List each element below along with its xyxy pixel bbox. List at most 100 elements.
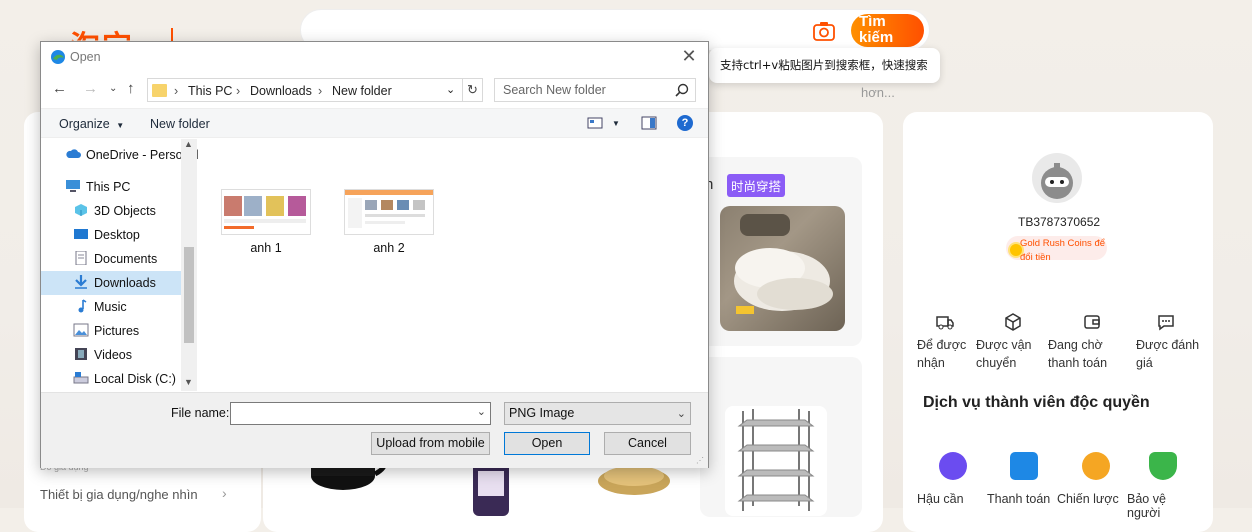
preview-pane-icon[interactable] [641,116,657,133]
file-type-value: PNG Image [509,406,575,420]
open-file-dialog: Open ✕ ← → ⌄ ↑ › This PC › Downloads › N… [40,41,709,468]
nav-item-onedrive[interactable]: OneDrive - Personal [41,143,198,167]
breadcrumb-sep-icon: › [174,84,179,98]
organize-button[interactable]: Organize ▼ [59,117,124,131]
service-payment[interactable]: Thanh toán [987,452,1057,506]
username: TB3787370652 [1018,215,1101,229]
shoe-product-image[interactable] [720,206,845,331]
service-protection[interactable]: Bảo vệ người [1127,452,1197,520]
file-type-select[interactable]: PNG Image ⌄ [504,402,691,425]
cube-icon [75,204,87,216]
nav-item-downloads[interactable]: Downloads [41,271,181,295]
music-icon [78,299,87,313]
breadcrumb-new-folder[interactable]: New folder [332,84,392,98]
open-button[interactable]: Open [504,432,590,455]
navigation-row: ← → ⌄ ↑ › This PC › Downloads › New fold… [41,76,708,104]
file-item[interactable]: anh 1 [219,189,313,255]
shield-icon [1149,452,1177,480]
box-icon [1005,313,1021,331]
file-name-field[interactable]: ⌄ [230,402,491,425]
order-to-review[interactable]: Được đánh giá [1136,312,1206,372]
download-icon [75,275,87,289]
file-name: anh 1 [250,241,282,255]
nav-item-documents[interactable]: Documents [41,247,181,271]
coins-text: Gold Rush Coins để đổi tiền [1020,238,1106,263]
chevron-down-icon[interactable]: ⌄ [677,404,686,425]
help-icon[interactable]: ? [677,115,693,131]
nav-item-3d-objects[interactable]: 3D Objects [41,199,181,223]
file-thumbnail [344,189,434,235]
dialog-titlebar[interactable]: Open ✕ [41,42,708,72]
cancel-button[interactable]: Cancel [604,432,691,455]
nav-item-music[interactable]: Music [41,295,181,319]
nav-label: Documents [94,252,158,266]
picture-icon [73,323,89,337]
chevron-down-icon[interactable]: ⌄ [477,405,486,418]
refresh-icon[interactable]: ↻ [462,78,483,102]
edge-icon [51,50,65,64]
address-bar[interactable]: › This PC › Downloads › New folder ⌄ [147,78,483,102]
service-label: Hậu cần [917,492,964,506]
fashion-tag[interactable]: 时尚穿搭 [727,174,786,197]
order-label: Được vận chuyển [976,338,1032,370]
service-strategy[interactable]: Chiến lược [1057,452,1127,506]
nav-label: Pictures [94,324,140,338]
organize-label: Organize [59,117,110,131]
nav-item-this-pc[interactable]: This PC [41,175,181,199]
order-label: Đang chờ thanh toán [1048,338,1108,370]
folder-icon [152,84,167,97]
nav-label: Local Disk (C:) [94,372,176,386]
product-shelf[interactable] [725,406,827,516]
nav-item-desktop[interactable]: Desktop [41,223,181,247]
computer-icon [66,180,80,192]
delivery-icon [939,452,967,480]
nav-item-pictures[interactable]: Pictures [41,319,181,343]
nav-label: Desktop [94,228,140,242]
nav-scrollbar[interactable]: ▲ ▼ [181,139,197,391]
order-awaiting-payment[interactable]: Đang chờ thanh toán [1048,312,1136,372]
new-folder-button[interactable]: New folder [150,117,210,131]
service-label: Bảo vệ người [1127,492,1166,520]
file-thumbnail [221,189,311,235]
nav-label: Videos [94,348,132,362]
recent-chevron-icon[interactable]: ⌄ [109,83,117,94]
category-item-appliances[interactable]: Thiết bị gia dụng/nghe nhìn [40,487,198,502]
search-button[interactable]: Tìm kiếm [851,14,924,47]
file-list: anh 1 anh 2 [201,139,708,391]
navigation-pane: OneDrive - Personal This PC 3D Objects D… [41,139,198,391]
file-name-input[interactable] [231,403,466,424]
document-icon [75,251,87,265]
up-arrow-icon[interactable]: ↑ [127,80,135,97]
cloud-icon [66,149,81,158]
camera-icon[interactable] [812,20,836,42]
service-logistics[interactable]: Hậu cần [917,452,987,506]
nav-item-local-disk[interactable]: Local Disk (C:) [41,367,181,391]
close-icon[interactable]: ✕ [679,46,699,67]
scrollbar-thumb[interactable] [184,247,194,343]
folder-search-box[interactable] [494,78,696,102]
upload-from-mobile-button[interactable]: Upload from mobile [371,432,490,455]
chat-icon [1158,315,1174,331]
back-arrow-icon[interactable]: ← [52,80,67,97]
folder-search-input[interactable] [495,79,670,101]
forward-arrow-icon[interactable]: → [83,80,98,97]
resize-grip-icon[interactable]: ⋰ [696,456,706,466]
avatar[interactable] [1032,153,1082,203]
view-dropdown-icon[interactable]: ▼ [612,119,620,128]
nav-label: 3D Objects [94,204,156,218]
order-label: Để được nhận [917,338,967,370]
scroll-up-icon[interactable]: ▲ [184,139,193,149]
view-options-icon[interactable] [587,116,603,133]
dialog-footer: File name: ⌄ PNG Image ⌄ Upload from mob… [41,392,708,468]
nav-label: This PC [86,180,131,194]
nav-item-videos[interactable]: Videos [41,343,181,367]
breadcrumb-this-pc[interactable]: This PC [188,84,232,98]
order-shipping[interactable]: Được vận chuyển [976,312,1046,372]
scroll-down-icon[interactable]: ▼ [184,377,193,387]
address-dropdown-icon[interactable]: ⌄ [446,83,455,96]
more-link[interactable]: hơn... [861,85,895,100]
dropdown-arrow-icon: ▼ [116,121,125,130]
breadcrumb-downloads[interactable]: Downloads [250,84,312,98]
file-item[interactable]: anh 2 [342,189,436,255]
desktop-icon [74,229,88,239]
